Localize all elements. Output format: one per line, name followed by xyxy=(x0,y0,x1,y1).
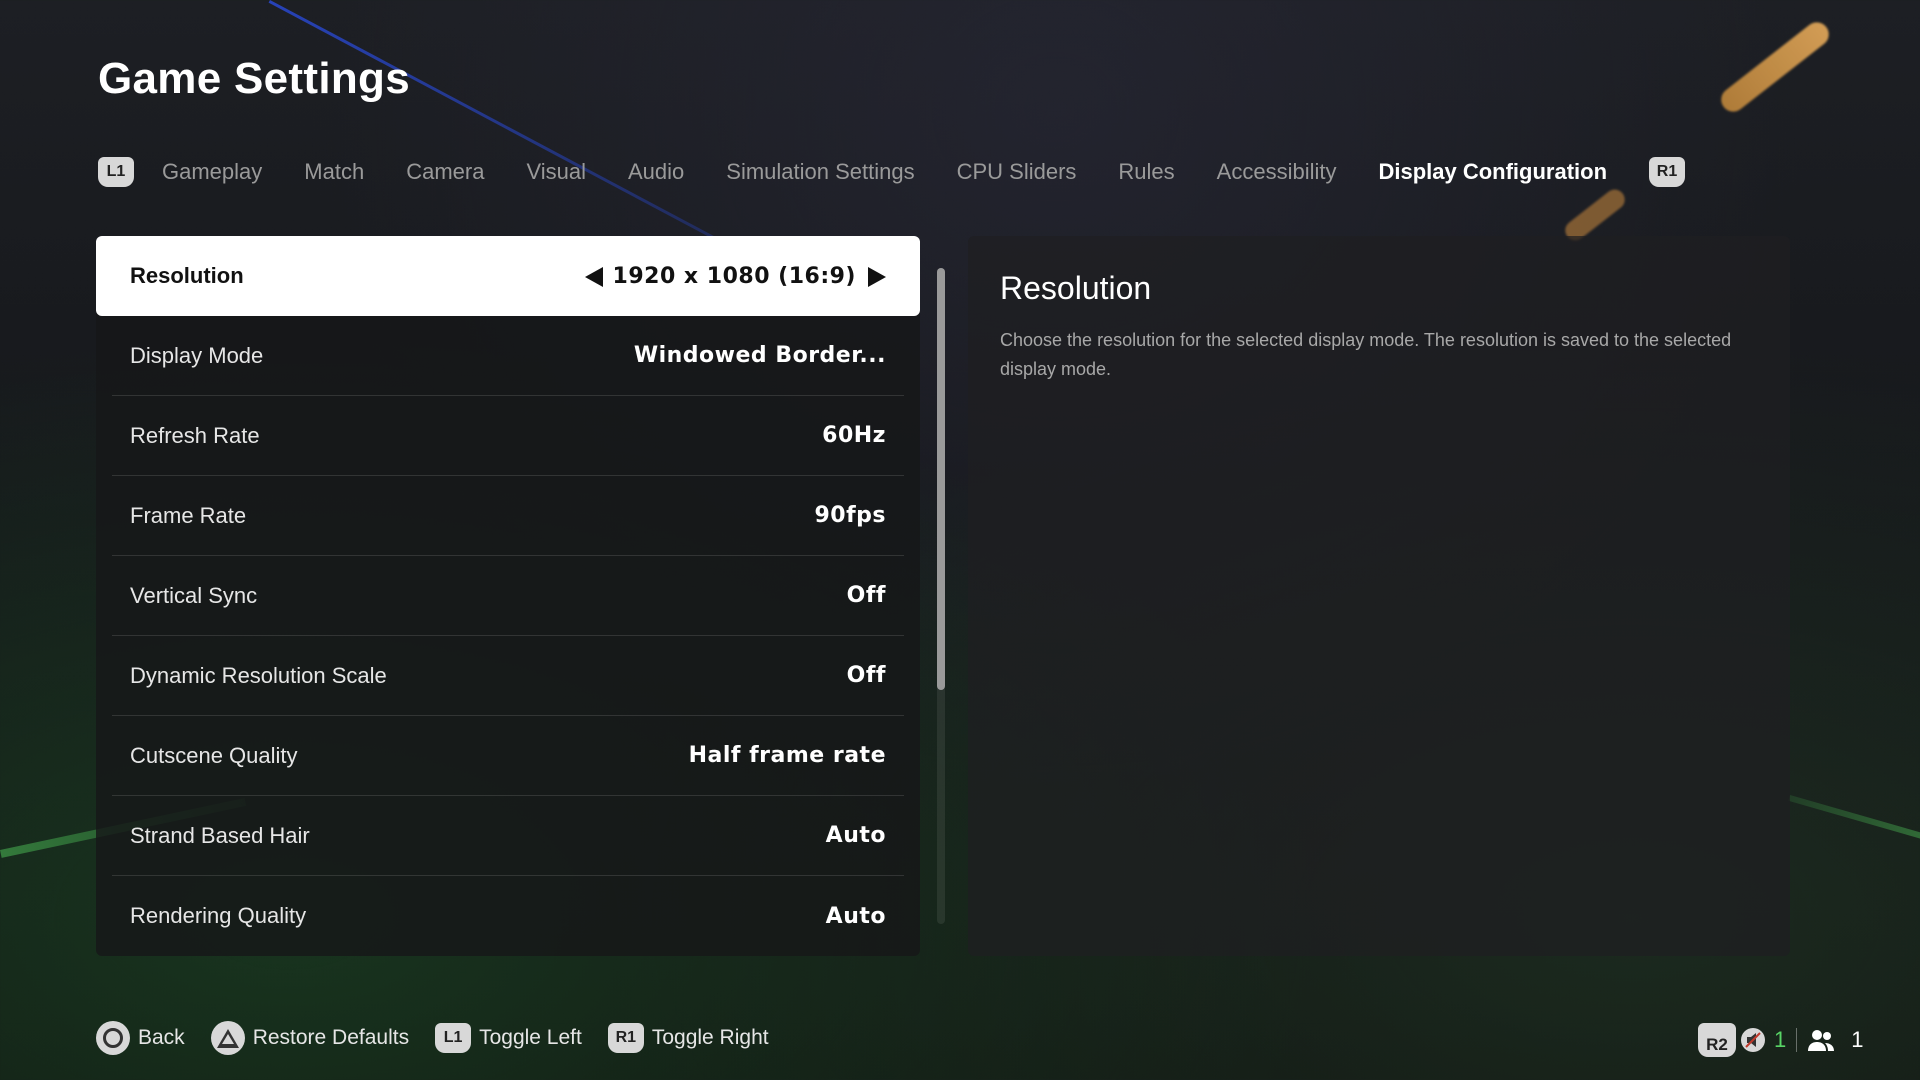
setting-label: Dynamic Resolution Scale xyxy=(130,662,387,688)
setting-value: Auto xyxy=(825,823,886,848)
setting-row-rendering-quality[interactable]: Rendering Quality Auto xyxy=(112,876,904,956)
footer-hints: Back Restore Defaults L1 Toggle Left R1 … xyxy=(96,1018,795,1058)
setting-row-dynamic-resolution-scale[interactable]: Dynamic Resolution Scale Off xyxy=(112,636,904,716)
scrollbar[interactable] xyxy=(937,268,945,924)
arrow-left-icon[interactable] xyxy=(584,266,603,287)
setting-label: Display Mode xyxy=(130,342,264,368)
setting-value: 60Hz xyxy=(822,423,886,448)
r2-button-icon[interactable]: R2 xyxy=(1698,1023,1736,1057)
setting-value: 90fps xyxy=(814,503,886,528)
description-text: Choose the resolution for the selected d… xyxy=(1000,330,1732,379)
toggle-left-label: Toggle Left xyxy=(479,1026,582,1049)
status-divider xyxy=(1796,1028,1798,1052)
voice-count: 1 xyxy=(1774,1027,1787,1052)
triangle-button-icon xyxy=(210,1021,245,1055)
tab-visual[interactable]: Visual xyxy=(526,159,586,185)
r1-button-icon: R1 xyxy=(607,1023,644,1053)
background-light-beam xyxy=(268,0,730,247)
setting-row-display-mode[interactable]: Display Mode Windowed Border... xyxy=(112,316,904,396)
setting-row-refresh-rate[interactable]: Refresh Rate 60Hz xyxy=(112,396,904,476)
setting-value: Half frame rate xyxy=(688,743,886,768)
setting-label: Vertical Sync xyxy=(130,582,258,608)
setting-value: Off xyxy=(846,583,886,608)
description-panel: Resolution Choose the resolution for the… xyxy=(968,236,1790,956)
arrow-right-icon[interactable] xyxy=(868,266,886,287)
l1-button-icon: L1 xyxy=(435,1023,472,1053)
speaker-muted-icon[interactable] xyxy=(1740,1027,1766,1053)
setting-label: Frame Rate xyxy=(130,502,247,528)
party-count: 1 xyxy=(1851,1027,1864,1052)
scrollbar-thumb[interactable] xyxy=(937,268,945,690)
background-lamp xyxy=(1716,17,1834,117)
people-icon xyxy=(1808,1030,1835,1051)
restore-defaults-label: Restore Defaults xyxy=(252,1026,410,1049)
setting-label: Refresh Rate xyxy=(130,422,260,448)
tab-display-configuration[interactable]: Display Configuration xyxy=(1378,159,1607,185)
r1-button-icon[interactable]: R1 xyxy=(1649,157,1686,187)
l1-button-icon[interactable]: L1 xyxy=(98,157,134,187)
setting-value-text: 1920 x 1080 (16:9) xyxy=(612,263,856,289)
status-bar: R2 1 1 xyxy=(1698,1022,1864,1058)
setting-row-strand-based-hair[interactable]: Strand Based Hair Auto xyxy=(112,796,904,876)
tab-accessibility[interactable]: Accessibility xyxy=(1217,159,1337,185)
back-label: Back xyxy=(138,1026,185,1049)
setting-label: Cutscene Quality xyxy=(130,742,298,768)
setting-label: Rendering Quality xyxy=(130,903,307,928)
circle-button-icon xyxy=(96,1021,130,1055)
tab-match[interactable]: Match xyxy=(304,159,364,185)
tab-rules[interactable]: Rules xyxy=(1118,159,1174,185)
setting-row-cutscene-quality[interactable]: Cutscene Quality Half frame rate xyxy=(112,716,904,796)
tab-simulation-settings[interactable]: Simulation Settings xyxy=(726,159,914,185)
tab-bar: L1 Gameplay Match Camera Visual Audio Si… xyxy=(98,152,1686,192)
toggle-right-button[interactable]: R1 Toggle Right xyxy=(607,1023,769,1053)
setting-value: Windowed Border... xyxy=(633,343,886,368)
background-light-beam xyxy=(1788,795,1920,856)
tab-audio[interactable]: Audio xyxy=(628,159,684,185)
toggle-right-label: Toggle Right xyxy=(651,1026,769,1049)
setting-value: Off xyxy=(846,663,886,688)
page-title: Game Settings xyxy=(98,54,410,103)
setting-row-vertical-sync[interactable]: Vertical Sync Off xyxy=(112,556,904,636)
tab-gameplay[interactable]: Gameplay xyxy=(162,159,262,185)
description-title: Resolution xyxy=(1000,270,1152,306)
tab-cpu-sliders[interactable]: CPU Sliders xyxy=(957,159,1077,185)
setting-value: Auto xyxy=(825,903,886,929)
setting-label: Resolution xyxy=(130,263,244,288)
settings-list: Resolution 1920 x 1080 (16:9) Display Mo… xyxy=(96,236,920,956)
toggle-left-button[interactable]: L1 Toggle Left xyxy=(435,1023,582,1053)
back-button[interactable]: Back xyxy=(96,1021,185,1055)
setting-label: Strand Based Hair xyxy=(130,822,310,848)
tab-camera[interactable]: Camera xyxy=(406,159,484,185)
setting-row-resolution[interactable]: Resolution 1920 x 1080 (16:9) xyxy=(96,236,920,316)
restore-defaults-button[interactable]: Restore Defaults xyxy=(210,1021,410,1055)
setting-row-frame-rate[interactable]: Frame Rate 90fps xyxy=(112,476,904,556)
setting-value: 1920 x 1080 (16:9) xyxy=(584,263,886,289)
